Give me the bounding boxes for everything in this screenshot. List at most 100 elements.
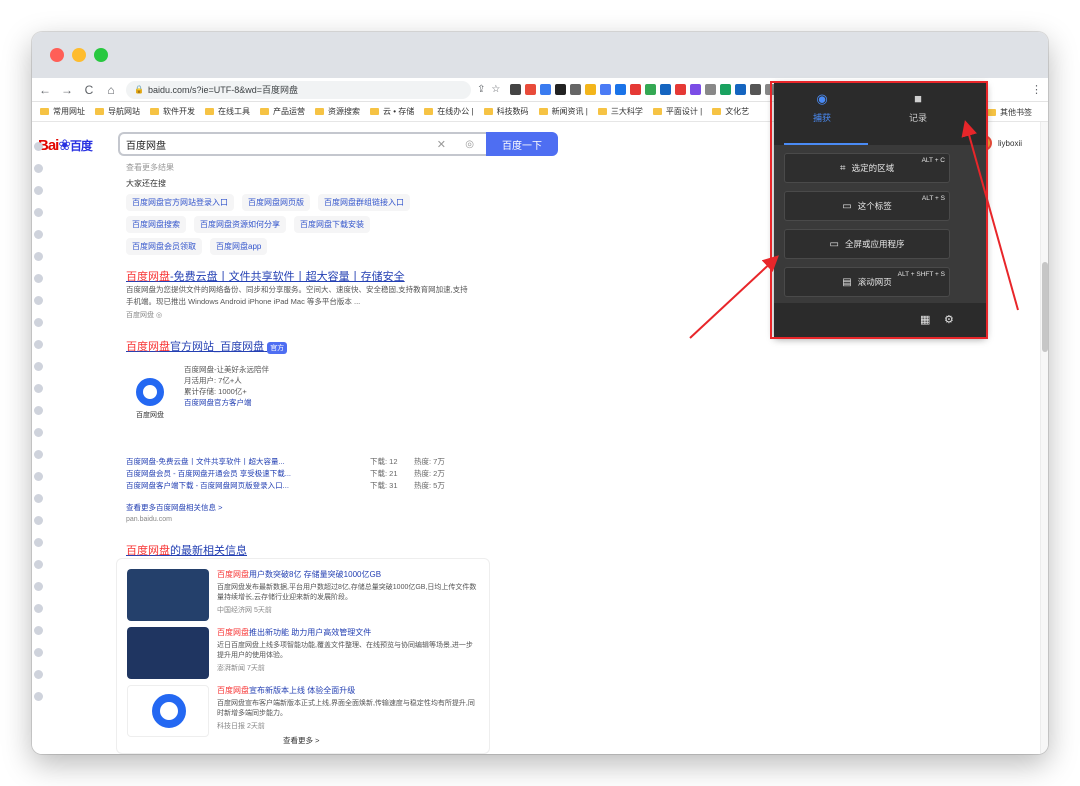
folder-icon [315, 108, 324, 115]
news-item-title[interactable]: 百度网盘推出新功能 助力用户高效管理文件 [217, 627, 477, 638]
news-item-title[interactable]: 百度网盘宣布新版本上线 体验全面升级 [217, 685, 477, 696]
bookmark-folder[interactable]: 导航网站 [95, 106, 140, 117]
camera-icon[interactable]: ◎ [465, 139, 474, 150]
extension-icon[interactable] [630, 84, 642, 95]
bookmark-folder[interactable]: 资源搜索 [315, 106, 360, 117]
bookmark-folder[interactable]: 云 • 存储 [370, 106, 414, 117]
other-bookmarks-label: 其他书签 [1000, 108, 1032, 117]
scrollbar-thumb[interactable] [1042, 262, 1048, 352]
zoom-window-button[interactable] [94, 48, 108, 62]
extension-icon[interactable] [690, 84, 702, 95]
news-item-title[interactable]: 百度网盘用户数突破8亿 存储量突破1000亿GB [217, 569, 477, 580]
extension-icon[interactable] [675, 84, 687, 95]
extension-icon[interactable] [585, 84, 597, 95]
news-item-title-highlight: 百度网盘 [217, 628, 249, 637]
extension-icon[interactable] [735, 84, 747, 95]
official-link-row[interactable]: 百度网盘会员 - 百度网盘开通会员 享受极速下载... 下载: 21 热度: 2万 [126, 468, 458, 480]
tab-capture[interactable]: ◉ 捕获 [774, 91, 870, 145]
news-section-title[interactable]: 百度网盘的最新相关信息 [126, 542, 247, 558]
bookmark-folder[interactable]: 新闻资讯 | [538, 106, 588, 117]
news-thumbnail[interactable] [127, 685, 209, 737]
address-bar[interactable]: 🔒 baidu.com/s?ie=UTF-8&wd=百度网盘 [126, 80, 471, 99]
baidu-netdisk-logo[interactable]: 百度网盘 [126, 374, 174, 426]
news-thumbnail[interactable] [127, 569, 209, 621]
bookmark-folder[interactable]: 在线工具 [205, 106, 250, 117]
home-icon[interactable]: ⌂ [102, 83, 120, 97]
news-more-link[interactable]: 查看更多 > [283, 735, 319, 746]
reload-icon[interactable]: C [80, 83, 98, 97]
extension-icon[interactable] [540, 84, 552, 95]
news-card: 查看更多 > 百度网盘用户数突破8亿 存储量突破1000亿GB 百度网盘发布最新数… [116, 558, 490, 754]
search-button[interactable]: 百度一下 [486, 132, 558, 156]
news-item-title-highlight: 百度网盘 [217, 686, 249, 695]
capture-selected-area-button[interactable]: ⌗ 选定的区域 ALT + C [784, 153, 950, 183]
page-scrollbar[interactable] [1040, 122, 1048, 754]
result-2-title[interactable]: 百度网盘官方网站_百度网盘 官方 [126, 338, 288, 354]
close-window-button[interactable] [50, 48, 64, 62]
extension-icon[interactable] [600, 84, 612, 95]
bookmark-label: 产品运营 [273, 107, 305, 116]
related-search-chip[interactable]: 百度网盘资源如何分享 [194, 216, 286, 233]
back-icon[interactable]: ← [36, 83, 54, 97]
result-1-title[interactable]: 百度网盘-免费云盘丨文件共享软件丨超大容量丨存储安全 [126, 268, 405, 284]
logo-du: 百度 [69, 139, 93, 153]
folder-icon [40, 108, 49, 115]
official-link-row[interactable]: 百度网盘-免费云盘丨文件共享软件丨超大容量... 下载: 12 热度: 7万 [126, 456, 458, 468]
extension-icon[interactable] [525, 84, 537, 95]
other-bookmarks-folder[interactable]: 其他书签 [987, 107, 1032, 118]
clear-icon[interactable]: ✕ [437, 138, 446, 151]
related-chips-row-2: 百度网盘搜索 百度网盘资源如何分享 百度网盘下载安装 [126, 216, 370, 233]
bookmark-folder[interactable]: 文化艺 [712, 106, 749, 117]
share-and-star-icons[interactable]: ⇪☆ [477, 84, 506, 95]
folder-icon [205, 108, 214, 115]
extension-icon[interactable] [705, 84, 717, 95]
minimize-window-button[interactable] [72, 48, 86, 62]
news-thumbnail[interactable] [127, 627, 209, 679]
extension-icon[interactable] [615, 84, 627, 95]
capture-this-tab-button[interactable]: ▭ 这个标签 ALT + S [784, 191, 950, 221]
bookmark-folder[interactable]: 常用网址 [40, 106, 85, 117]
related-search-chip[interactable]: 百度网盘群组链接入口 [318, 194, 410, 211]
gear-icon[interactable]: ⚙ [944, 313, 954, 326]
extension-icon[interactable] [570, 84, 582, 95]
related-search-chip[interactable]: 百度网盘搜索 [126, 216, 186, 233]
side-strip-dot [34, 428, 43, 437]
news-item-snippet: 百度网盘发布最新数据,平台用户数超过8亿,存储总量突破1000亿GB,日均上传文… [217, 584, 477, 601]
result-2-more-link[interactable]: 查看更多百度网盘相关信息 > [126, 502, 222, 513]
related-search-chip[interactable]: 百度网盘app [210, 238, 268, 255]
gallery-icon[interactable]: ▦ [920, 313, 930, 326]
side-strip-dot [34, 516, 43, 525]
related-search-chip[interactable]: 百度网盘会员领取 [126, 238, 202, 255]
news-item-meta: 澎湃新闻 7天前 [217, 665, 265, 672]
bookmark-folder[interactable]: 在线办公 | [424, 106, 474, 117]
baidu-logo[interactable]: Bai❀百度 [38, 136, 93, 154]
related-search-chip[interactable]: 百度网盘网页版 [242, 194, 310, 211]
bookmark-folder[interactable]: 平面设计 | [652, 106, 702, 117]
tab-record-label: 记录 [908, 113, 927, 123]
bookmark-folder[interactable]: 科技数码 [483, 106, 529, 117]
official-link-stat: 热度: 2万 [414, 469, 445, 478]
extension-icon[interactable] [510, 84, 522, 95]
forward-icon[interactable]: → [58, 83, 76, 97]
search-input[interactable]: 百度网盘 ✕ ◎ [118, 132, 486, 156]
extension-icon[interactable] [720, 84, 732, 95]
bookmark-folder[interactable]: 产品运营 [260, 106, 305, 117]
extension-icon[interactable] [555, 84, 567, 95]
extension-icon[interactable] [660, 84, 672, 95]
side-strip-dot [34, 296, 43, 305]
folder-icon [424, 108, 434, 115]
capture-scrolling-page-button[interactable]: ▤ 滚动网页 ALT + SHFT + S [784, 267, 950, 297]
card-line: 月活用户: 7亿+人 [184, 376, 242, 385]
bookmark-folder[interactable]: 三大科学 [597, 106, 643, 117]
official-link-text: 百度网盘-免费云盘丨文件共享软件丨超大容量... [126, 457, 285, 466]
extension-icon[interactable] [645, 84, 657, 95]
side-strip-dot [34, 648, 43, 657]
official-link-row[interactable]: 百度网盘客户端下载 - 百度网盘网页版登录入口... 下载: 31 热度: 5万 [126, 480, 458, 492]
capture-fullscreen-button[interactable]: ▭ 全屏或应用程序 [784, 229, 950, 259]
bookmark-folder[interactable]: 软件开发 [150, 106, 195, 117]
extension-icon[interactable] [750, 84, 762, 95]
browser-menu-icon[interactable]: ⋮ [1031, 83, 1042, 96]
related-search-chip[interactable]: 百度网盘下载安装 [294, 216, 370, 233]
related-search-chip[interactable]: 百度网盘官方网站登录入口 [126, 194, 234, 211]
tab-record[interactable]: ■ 记录 [870, 91, 966, 124]
